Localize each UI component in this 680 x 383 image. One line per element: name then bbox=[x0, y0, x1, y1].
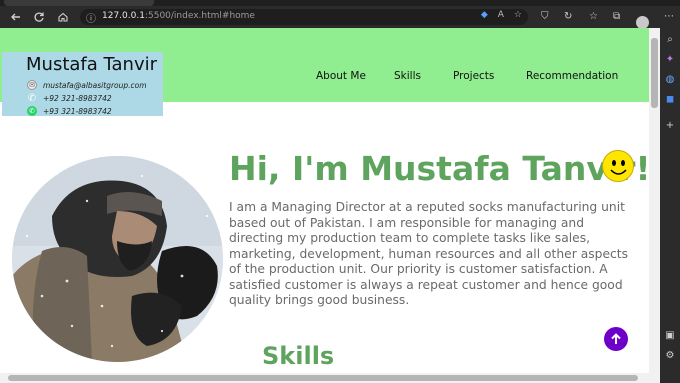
vertical-scroll-thumb[interactable] bbox=[651, 38, 658, 108]
horizontal-scrollbar[interactable] bbox=[0, 373, 660, 383]
home-icon[interactable] bbox=[55, 9, 71, 25]
browser-toolbar: ⓘ 127.0.0.1:5500/index.html#home ◆ A ☆ ⛉… bbox=[0, 6, 680, 29]
mail-icon: ✉ bbox=[27, 80, 37, 90]
site-info-icon[interactable]: ⓘ bbox=[86, 10, 96, 25]
reload-icon[interactable] bbox=[31, 9, 47, 25]
nav-projects[interactable]: Projects bbox=[453, 70, 494, 82]
shopping-icon[interactable]: ◍ bbox=[664, 74, 676, 86]
scroll-to-top-button[interactable] bbox=[604, 327, 628, 351]
contact-email-row: ✉ mustafa@albasitgroup.com bbox=[27, 80, 147, 90]
nav-skills[interactable]: Skills bbox=[394, 70, 421, 82]
contact-whatsapp-row: ✆ +93 321-8983742 bbox=[27, 106, 112, 116]
contact-whatsapp[interactable]: +93 321-8983742 bbox=[43, 107, 112, 116]
browser-sidebar: ⌕ ✦ ◍ ◼ + ▣ ⚙ bbox=[660, 28, 680, 383]
settings-icon[interactable]: ⚙ bbox=[664, 350, 676, 362]
copilot-icon[interactable]: ✦ bbox=[664, 54, 676, 66]
page-viewport: About Me Skills Projects Recommendation … bbox=[0, 28, 649, 373]
favorites-icon[interactable]: ☆ bbox=[589, 11, 598, 22]
site-brand: Mustafa Tanvir bbox=[26, 54, 158, 75]
smiley-icon bbox=[602, 150, 634, 182]
sidebar-layout-icon[interactable]: ▣ bbox=[664, 330, 676, 342]
refresh-extension-icon[interactable]: ↻ bbox=[564, 11, 572, 22]
hero-title: Hi, I'm Mustafa Tanvir! bbox=[229, 149, 649, 188]
contact-card: Mustafa Tanvir ✉ mustafa@albasitgroup.co… bbox=[2, 52, 163, 116]
outlook-icon[interactable]: ◼ bbox=[664, 94, 676, 106]
arrow-up-icon bbox=[611, 333, 621, 344]
address-url: 127.0.0.1:5500/index.html#home bbox=[102, 11, 255, 21]
collections-icon[interactable]: ⧉ bbox=[613, 11, 620, 22]
favorite-add-icon[interactable]: ☆ bbox=[514, 10, 522, 20]
phone-icon: ✆ bbox=[27, 92, 37, 104]
back-icon[interactable] bbox=[8, 9, 24, 25]
horizontal-scroll-thumb[interactable] bbox=[8, 375, 638, 381]
profile-photo bbox=[12, 156, 223, 362]
whatsapp-icon: ✆ bbox=[27, 106, 37, 116]
shield-icon[interactable]: ⛉ bbox=[541, 11, 549, 22]
contact-phone-row: ✆ +92 321-8983742 bbox=[27, 92, 112, 104]
tag-icon[interactable]: ◆ bbox=[481, 10, 488, 20]
nav-about-me[interactable]: About Me bbox=[316, 70, 366, 82]
nav-recommendation[interactable]: Recommendation bbox=[526, 70, 618, 82]
search-icon[interactable]: ⌕ bbox=[664, 34, 676, 46]
add-icon[interactable]: + bbox=[664, 120, 676, 132]
read-aloud-icon[interactable]: A bbox=[498, 10, 504, 20]
more-icon[interactable]: ⋯ bbox=[664, 11, 674, 22]
contact-email[interactable]: mustafa@albasitgroup.com bbox=[43, 81, 147, 90]
contact-phone[interactable]: +92 321-8983742 bbox=[43, 94, 112, 103]
hero-description: I am a Managing Director at a reputed so… bbox=[229, 200, 629, 307]
vertical-scrollbar[interactable] bbox=[649, 28, 660, 373]
skills-heading: Skills bbox=[262, 342, 335, 370]
address-bar[interactable]: ⓘ 127.0.0.1:5500/index.html#home ◆ A ☆ bbox=[80, 9, 528, 25]
